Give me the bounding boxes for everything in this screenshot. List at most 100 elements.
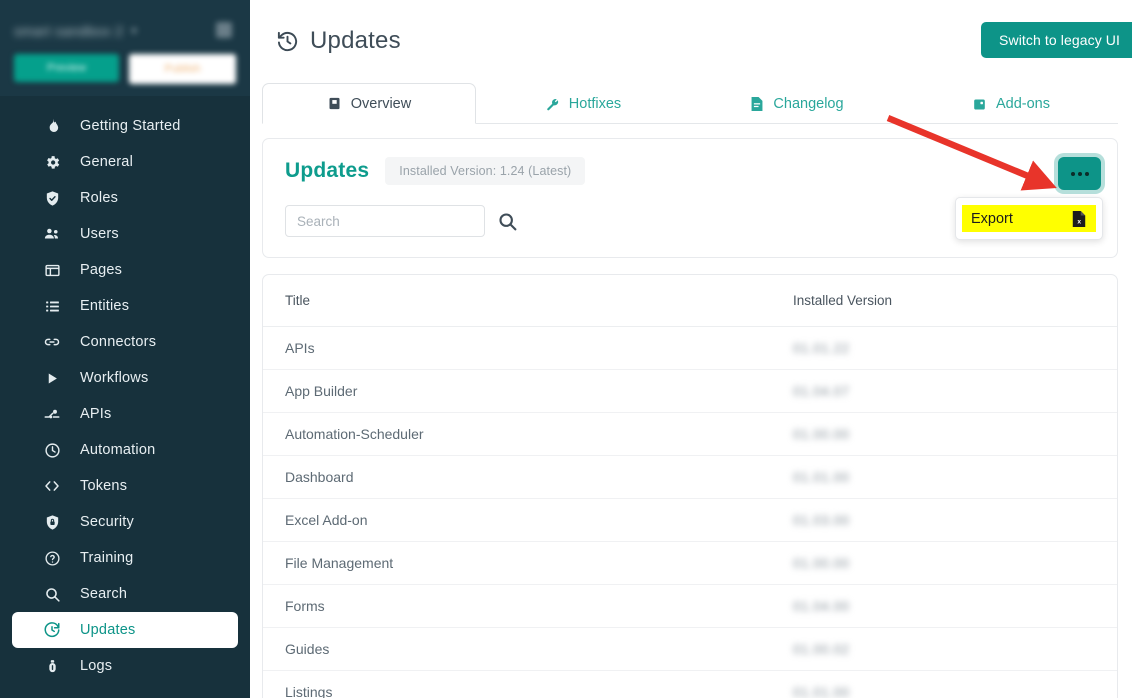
- sidebar-header: smart sandbox 2 ▾ Preview Publish: [0, 0, 250, 96]
- api-node-icon: [42, 404, 62, 424]
- sidebar-item-training[interactable]: Training: [12, 540, 238, 576]
- sidebar-item-label: Connectors: [80, 334, 157, 350]
- search-icon[interactable]: [497, 211, 518, 232]
- page-title: Updates: [310, 27, 401, 54]
- cell-installed-version: 01.01.00: [771, 670, 1117, 698]
- cell-title: Excel Add-on: [263, 498, 771, 542]
- tab-label: Add-ons: [995, 96, 1050, 112]
- chevron-down-icon: ▾: [131, 25, 137, 37]
- list-icon: [42, 296, 62, 316]
- cell-installed-version: 01.01.22: [771, 326, 1117, 370]
- plugin-icon: [972, 97, 987, 112]
- tab-add-ons[interactable]: Add-ons: [904, 83, 1118, 124]
- switch-to-legacy-ui-button[interactable]: Switch to legacy UI: [981, 22, 1132, 58]
- sidebar-item-label: Pages: [80, 262, 123, 278]
- tab-label: Hotfixes: [568, 96, 622, 112]
- sidebar-item-entities[interactable]: Entities: [12, 288, 238, 324]
- link-icon: [42, 332, 62, 352]
- page-header: Updates Switch to legacy UI: [250, 0, 1132, 82]
- sidebar: smart sandbox 2 ▾ Preview Publish Gettin…: [0, 0, 250, 698]
- sidebar-item-logs[interactable]: Logs: [12, 648, 238, 684]
- sidebar-item-automation[interactable]: Automation: [12, 432, 238, 468]
- cell-title: File Management: [263, 541, 771, 585]
- workspace-selector[interactable]: smart sandbox 2 ▾: [14, 18, 236, 44]
- sidebar-item-general[interactable]: General: [12, 144, 238, 180]
- tab-changelog[interactable]: Changelog: [690, 83, 904, 124]
- export-menu-item[interactable]: Export x: [962, 205, 1096, 232]
- cell-installed-version: 01.00.02: [771, 627, 1117, 671]
- sidebar-item-users[interactable]: Users: [12, 216, 238, 252]
- gear-icon: [42, 152, 62, 172]
- sidebar-item-updates[interactable]: Updates: [12, 612, 238, 648]
- sidebar-item-tokens[interactable]: Tokens: [12, 468, 238, 504]
- cell-title: Forms: [263, 584, 771, 628]
- grid-icon[interactable]: [216, 22, 232, 38]
- sidebar-item-label: Automation: [80, 442, 156, 458]
- shield-lock-icon: [42, 512, 62, 532]
- more-options-button[interactable]: [1058, 157, 1101, 190]
- table-row[interactable]: File Management 01.00.00: [263, 541, 1117, 585]
- sidebar-item-label: APIs: [80, 406, 112, 422]
- sidebar-item-label: Getting Started: [80, 118, 181, 134]
- installed-version-badge: Installed Version: 1.24 (Latest): [385, 157, 586, 185]
- table-row[interactable]: Listings 01.01.00: [263, 670, 1117, 698]
- cell-installed-version: 01.00.00: [771, 412, 1117, 456]
- sidebar-header-buttons: Preview Publish: [14, 54, 236, 84]
- preview-button[interactable]: Preview: [14, 54, 120, 82]
- tab-overview[interactable]: Overview: [262, 83, 476, 124]
- document-icon: [750, 96, 764, 112]
- publish-button[interactable]: Publish: [129, 54, 236, 84]
- sidebar-item-pages[interactable]: Pages: [12, 252, 238, 288]
- tab-label: Changelog: [773, 96, 844, 112]
- ellipsis-icon-dot: [1077, 171, 1082, 176]
- main-content: Updates Switch to legacy UI Overview Hotf…: [250, 0, 1132, 698]
- table-row[interactable]: Guides 01.00.02: [263, 627, 1117, 671]
- clock-icon: [42, 440, 62, 460]
- sidebar-item-apis[interactable]: APIs: [12, 396, 238, 432]
- table-row[interactable]: Dashboard 01.01.00: [263, 455, 1117, 499]
- code-brackets-icon: [42, 476, 62, 496]
- book-icon: [327, 96, 342, 111]
- sidebar-item-label: Training: [80, 550, 134, 566]
- sidebar-item-security[interactable]: Security: [12, 504, 238, 540]
- sidebar-item-label: Roles: [80, 190, 119, 206]
- column-header-installed-version[interactable]: Installed Version: [771, 275, 1117, 327]
- sidebar-item-getting-started[interactable]: Getting Started: [12, 108, 238, 144]
- page-title-wrap: Updates: [276, 27, 401, 55]
- shield-check-icon: [42, 188, 62, 208]
- sidebar-item-connectors[interactable]: Connectors: [12, 324, 238, 360]
- cell-title: APIs: [263, 326, 771, 370]
- export-menu-label: Export: [971, 210, 1013, 227]
- updates-card-header: Updates Installed Version: 1.24 (Latest): [285, 157, 1095, 185]
- table-row[interactable]: Forms 01.04.00: [263, 584, 1117, 628]
- table-row[interactable]: Excel Add-on 01.03.00: [263, 498, 1117, 542]
- cell-installed-version: 01.04.00: [771, 584, 1117, 628]
- workspace-title: smart sandbox 2: [14, 23, 124, 39]
- sidebar-item-label: Entities: [80, 298, 130, 314]
- svg-text:x: x: [1077, 218, 1081, 225]
- updates-card-title: Updates: [285, 159, 370, 182]
- tab-label: Overview: [350, 95, 412, 112]
- tab-hotfixes[interactable]: Hotfixes: [476, 83, 690, 124]
- wrench-icon: [545, 97, 560, 112]
- sidebar-item-label: Search: [80, 586, 128, 602]
- sidebar-item-roles[interactable]: Roles: [12, 180, 238, 216]
- flame-icon: [42, 116, 62, 136]
- sidebar-item-search[interactable]: Search: [12, 576, 238, 612]
- app-root: smart sandbox 2 ▾ Preview Publish Gettin…: [0, 0, 1132, 698]
- search-input[interactable]: [285, 205, 485, 237]
- users-icon: [42, 224, 62, 244]
- updates-table: Title Installed Version APIs 01.01.22 App …: [263, 275, 1117, 698]
- ellipsis-icon-dot: [1084, 171, 1089, 176]
- sidebar-item-workflows[interactable]: Workflows: [12, 360, 238, 396]
- play-icon: [42, 368, 62, 388]
- table-row[interactable]: Automation-Scheduler 01.00.00: [263, 412, 1117, 456]
- table-row[interactable]: APIs 01.01.22: [263, 326, 1117, 370]
- table-body: APIs 01.01.22 App Builder 01.04.07 Automatio…: [263, 326, 1117, 698]
- excel-file-icon: x: [1071, 210, 1087, 228]
- sidebar-item-label: General: [80, 154, 133, 170]
- table-row[interactable]: App Builder 01.04.07: [263, 369, 1117, 413]
- updates-summary-card: Updates Installed Version: 1.24 (Latest): [262, 138, 1118, 258]
- column-header-title[interactable]: Title: [263, 275, 771, 327]
- export-dropdown-menu: Export x: [955, 197, 1103, 240]
